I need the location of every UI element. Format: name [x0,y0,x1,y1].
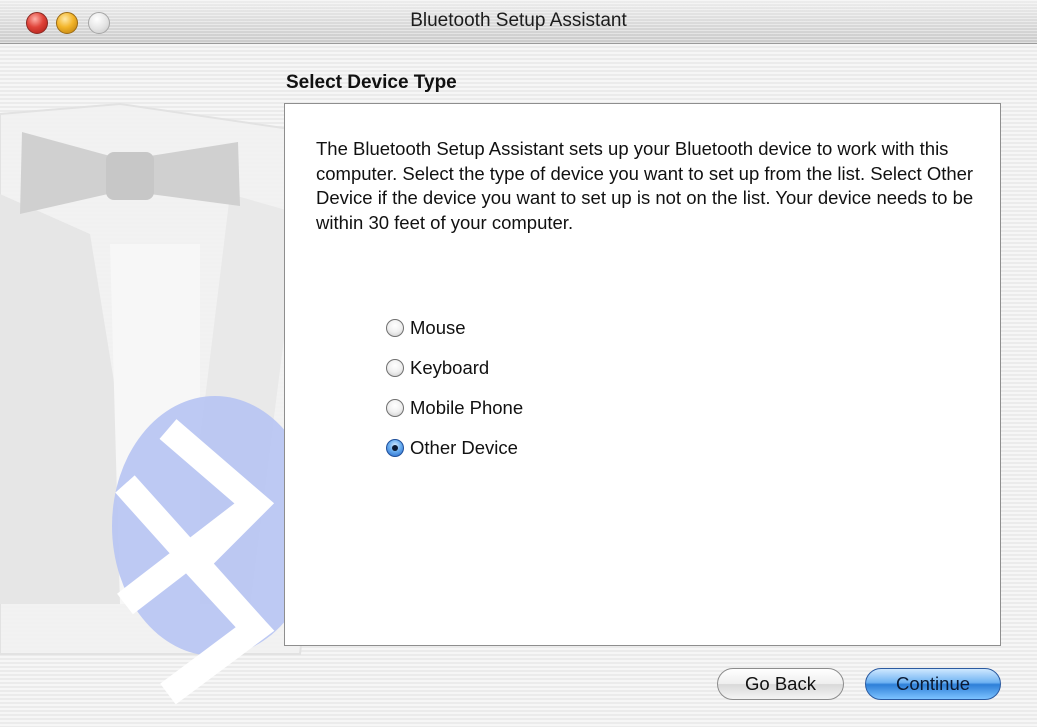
radio-option-mouse[interactable]: Mouse [386,316,466,340]
radio-label-mobile-phone: Mobile Phone [410,397,524,418]
radio-button-other-device[interactable] [386,439,404,457]
description-text: The Bluetooth Setup Assistant sets up yo… [316,138,974,233]
window-title: Bluetooth Setup Assistant [410,10,627,31]
radio-option-keyboard[interactable]: Keyboard [386,356,489,380]
go-back-button[interactable]: Go Back [717,668,844,700]
radio-button-mobile-phone[interactable] [386,399,404,417]
radio-button-mouse[interactable] [386,319,404,337]
radio-option-mobile-phone[interactable]: Mobile Phone [386,396,523,420]
radio-option-other-device[interactable]: Other Device [386,436,518,460]
title-bar[interactable]: Bluetooth Setup Assistant [0,0,1037,44]
radio-label-mouse: Mouse [410,317,466,338]
bluetooth-setup-window: Bluetooth Setup Assistant Select Device … [0,0,1037,727]
page-heading: Select Device Type [286,72,457,93]
radio-button-keyboard[interactable] [386,359,404,377]
continue-button[interactable]: Continue [865,668,1001,700]
radio-label-keyboard: Keyboard [410,357,490,378]
radio-label-other-device: Other Device [410,437,518,458]
